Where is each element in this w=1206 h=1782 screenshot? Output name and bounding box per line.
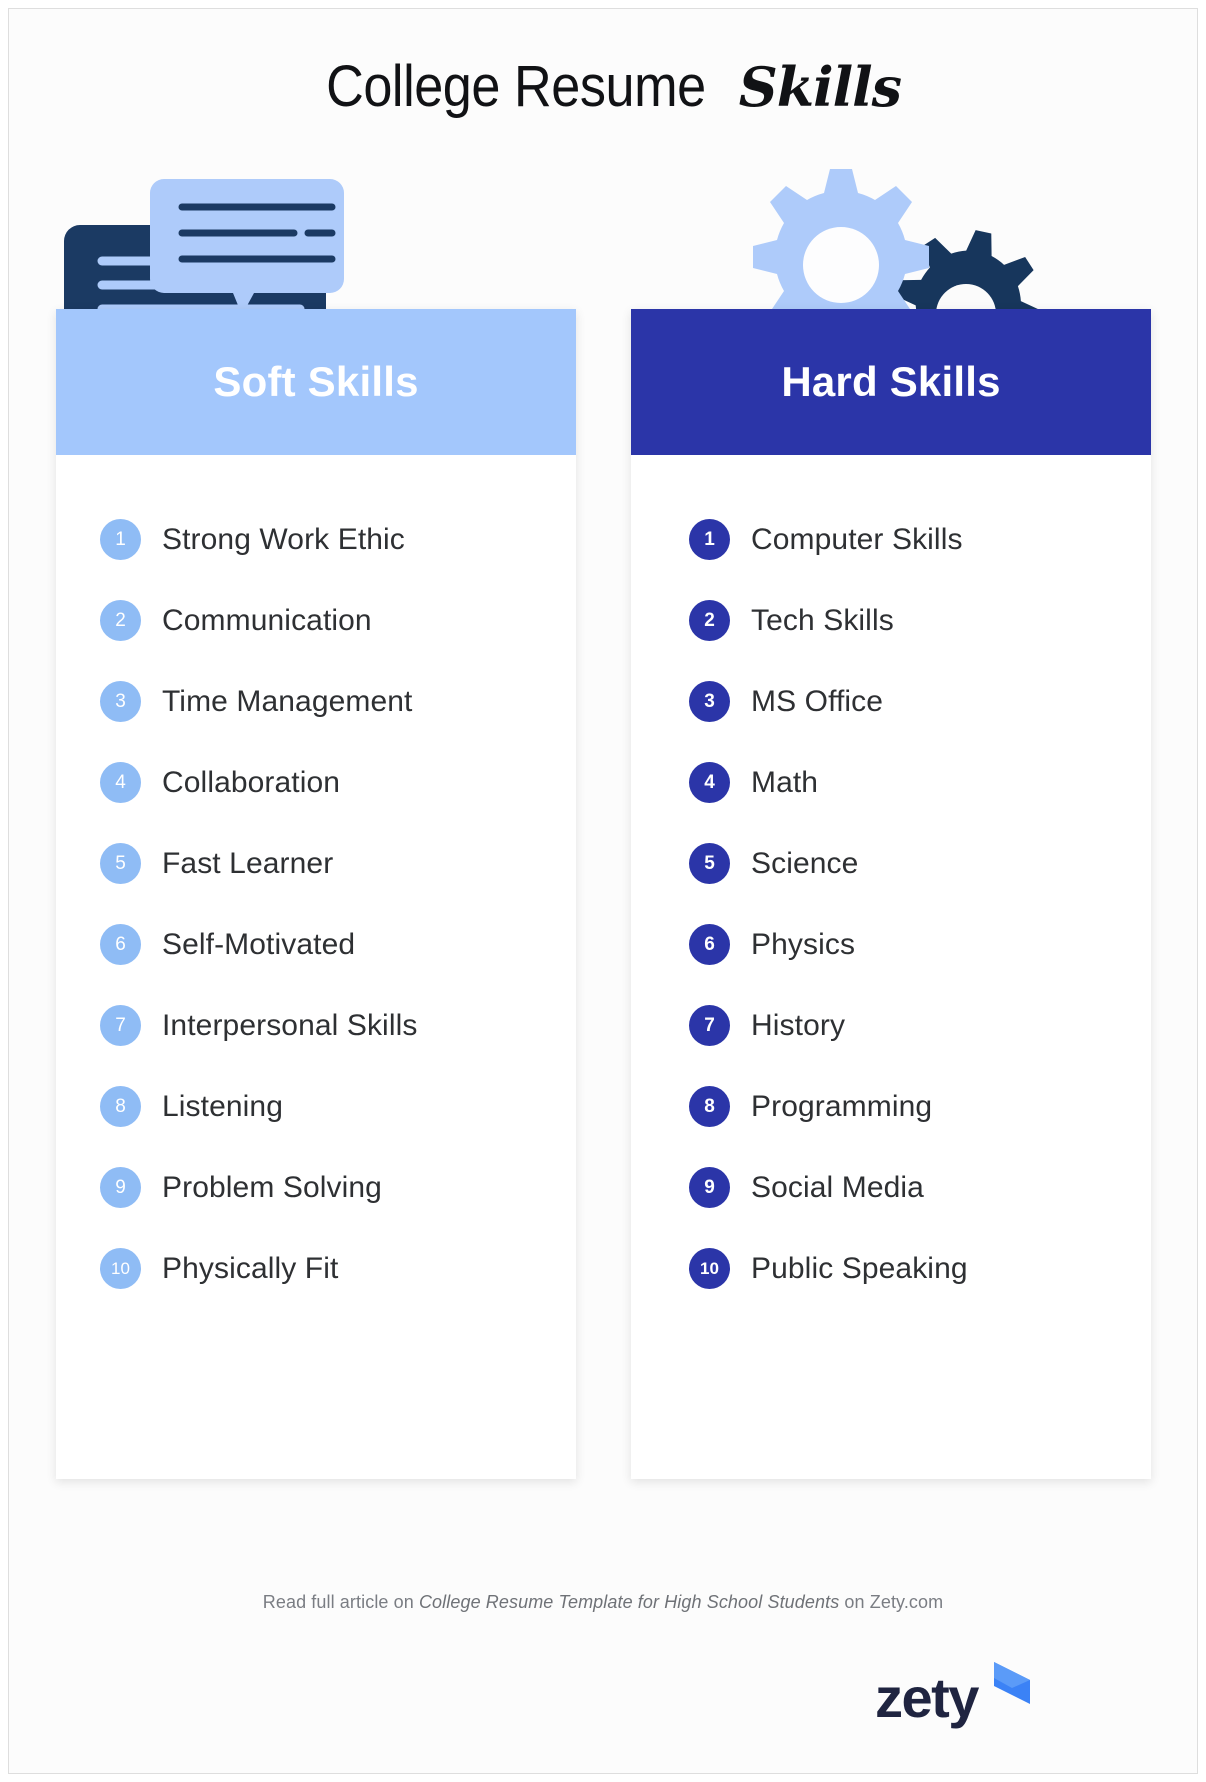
list-item[interactable]: 5 Fast Learner: [56, 823, 576, 904]
list-item-label: Physically Fit: [162, 1251, 339, 1285]
hard-skills-list: 1 Computer Skills 2 Tech Skills 3 MS Off…: [631, 499, 1151, 1309]
list-item[interactable]: 1 Strong Work Ethic: [56, 499, 576, 580]
list-item[interactable]: 7 Interpersonal Skills: [56, 985, 576, 1066]
page-title-main: College Resume: [326, 54, 706, 119]
list-item[interactable]: 3 Time Management: [56, 661, 576, 742]
hard-skills-card: Hard Skills 1 Computer Skills 2 Tech Ski…: [631, 309, 1151, 1479]
list-item-number: 4: [100, 762, 141, 803]
zety-logo-word: zety: [875, 1666, 979, 1729]
list-item[interactable]: 2 Communication: [56, 580, 576, 661]
list-item-number: 6: [689, 924, 730, 965]
list-item-number: 10: [689, 1248, 730, 1289]
list-item-number: 3: [689, 681, 730, 722]
list-item-label: MS Office: [751, 684, 884, 718]
list-item-label: Fast Learner: [162, 846, 334, 880]
infographic-frame: College Resume Skills Soft Skills 1 Stro…: [8, 8, 1198, 1774]
list-item-number: 9: [100, 1167, 141, 1208]
list-item-number: 6: [100, 924, 141, 965]
soft-skills-column: Soft Skills 1 Strong Work Ethic 2 Commun…: [56, 169, 576, 1499]
list-item[interactable]: 6 Self-Motivated: [56, 904, 576, 985]
list-item-label: Programming: [751, 1089, 933, 1123]
list-item[interactable]: 5 Science: [631, 823, 1151, 904]
list-item[interactable]: 4 Math: [631, 742, 1151, 823]
list-item[interactable]: 2 Tech Skills: [631, 580, 1151, 661]
list-item-label: Interpersonal Skills: [162, 1008, 418, 1042]
list-item-label: Time Management: [162, 684, 413, 718]
hard-skills-column: Hard Skills 1 Computer Skills 2 Tech Ski…: [631, 169, 1151, 1499]
list-item-number: 1: [689, 519, 730, 560]
list-item-number: 7: [100, 1005, 141, 1046]
soft-skills-heading: Soft Skills: [213, 358, 419, 405]
list-item-label: Problem Solving: [162, 1170, 382, 1204]
list-item-number: 9: [689, 1167, 730, 1208]
list-item[interactable]: 7 History: [631, 985, 1151, 1066]
skills-columns: Soft Skills 1 Strong Work Ethic 2 Commun…: [9, 169, 1197, 1499]
list-item-label: Communication: [162, 603, 372, 637]
list-item[interactable]: 9 Problem Solving: [56, 1147, 576, 1228]
list-item-number: 2: [100, 600, 141, 641]
list-item-number: 3: [100, 681, 141, 722]
list-item-number: 1: [100, 519, 141, 560]
zety-logo[interactable]: zety: [875, 1660, 1036, 1733]
list-item-label: Tech Skills: [751, 603, 894, 637]
list-item-label: Social Media: [751, 1170, 924, 1204]
list-item-label: Listening: [162, 1089, 283, 1123]
list-item-label: Strong Work Ethic: [162, 522, 405, 556]
list-item-label: Math: [751, 765, 819, 799]
list-item[interactable]: 1 Computer Skills: [631, 499, 1151, 580]
soft-skills-header: Soft Skills: [56, 309, 576, 455]
list-item-label: Self-Motivated: [162, 927, 356, 961]
list-item-number: 8: [100, 1086, 141, 1127]
list-item-label: History: [751, 1008, 846, 1042]
list-item[interactable]: 8 Programming: [631, 1066, 1151, 1147]
footer-article-note: Read full article on College Resume Temp…: [9, 1592, 1197, 1613]
soft-skills-body: 1 Strong Work Ethic 2 Communication 3 Ti…: [56, 455, 576, 1349]
list-item[interactable]: 10 Public Speaking: [631, 1228, 1151, 1309]
hard-skills-body: 1 Computer Skills 2 Tech Skills 3 MS Off…: [631, 455, 1151, 1349]
list-item-number: 5: [100, 843, 141, 884]
soft-skills-card: Soft Skills 1 Strong Work Ethic 2 Commun…: [56, 309, 576, 1479]
list-item[interactable]: 9 Social Media: [631, 1147, 1151, 1228]
list-item-number: 4: [689, 762, 730, 803]
footer-prefix: Read full article on: [262, 1592, 419, 1612]
footer-suffix: on Zety.com: [839, 1592, 944, 1612]
list-item-label: Science: [751, 846, 859, 880]
list-item[interactable]: 10 Physically Fit: [56, 1228, 576, 1309]
list-item-number: 7: [689, 1005, 730, 1046]
infographic-canvas: College Resume Skills Soft Skills 1 Stro…: [9, 9, 1197, 1773]
list-item-number: 2: [689, 600, 730, 641]
list-item[interactable]: 6 Physics: [631, 904, 1151, 985]
list-item[interactable]: 4 Collaboration: [56, 742, 576, 823]
arrow-mark-icon: [988, 1660, 1036, 1721]
hard-skills-header: Hard Skills: [631, 309, 1151, 455]
page-title-accent: Skills: [738, 55, 902, 119]
page-title: College Resume Skills: [9, 53, 1197, 120]
list-item-label: Physics: [751, 927, 856, 961]
list-item[interactable]: 8 Listening: [56, 1066, 576, 1147]
soft-skills-list: 1 Strong Work Ethic 2 Communication 3 Ti…: [56, 499, 576, 1309]
list-item-label: Collaboration: [162, 765, 341, 799]
list-item-number: 8: [689, 1086, 730, 1127]
list-item[interactable]: 3 MS Office: [631, 661, 1151, 742]
list-item-number: 10: [100, 1248, 141, 1289]
list-item-number: 5: [689, 843, 730, 884]
list-item-label: Public Speaking: [751, 1251, 968, 1285]
footer-article-title[interactable]: College Resume Template for High School …: [419, 1592, 839, 1612]
list-item-label: Computer Skills: [751, 522, 963, 556]
hard-skills-heading: Hard Skills: [781, 358, 1001, 405]
